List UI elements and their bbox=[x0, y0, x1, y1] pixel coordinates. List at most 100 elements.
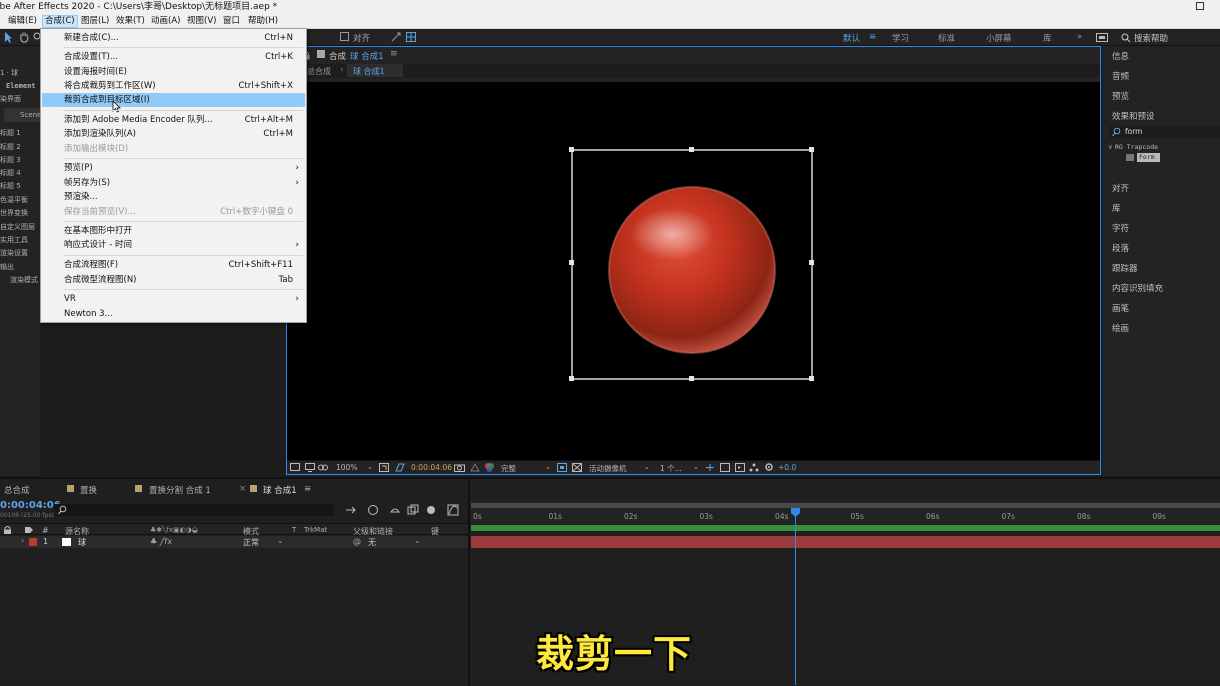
restore-icon[interactable] bbox=[1196, 2, 1204, 10]
more-workspaces-icon[interactable]: » bbox=[1077, 32, 1082, 42]
panel-info[interactable]: 信息 bbox=[1112, 50, 1129, 62]
menu-animation[interactable]: 动画(A) bbox=[149, 15, 182, 28]
timeline-tab[interactable]: 置换分割 合成 1 bbox=[149, 484, 211, 496]
active-camera[interactable]: 活动摄像机 bbox=[589, 463, 627, 474]
chevron-down-icon[interactable]: ⌄ bbox=[414, 536, 421, 545]
chevron-down-icon[interactable]: ∨ bbox=[1108, 143, 1113, 151]
panel-align[interactable]: 对齐 bbox=[1112, 182, 1129, 194]
timeline-tab-active[interactable]: 球 合成1 bbox=[263, 484, 297, 496]
chevron-down-icon[interactable]: ⌄ bbox=[693, 463, 699, 471]
exposure-value[interactable]: +0.0 bbox=[778, 463, 796, 472]
current-time[interactable]: 0:00:04:06 bbox=[411, 463, 452, 472]
panel-content-aware-fill[interactable]: 内容识别填充 bbox=[1112, 282, 1163, 294]
panel-audio[interactable]: 音频 bbox=[1112, 70, 1129, 82]
panel-paint[interactable]: 绘画 bbox=[1112, 322, 1129, 334]
work-area-bar[interactable] bbox=[471, 503, 1220, 508]
chevron-down-icon[interactable]: ⌄ bbox=[644, 463, 650, 471]
menu-item-crop-to-region[interactable]: 裁剪合成到目标区域(I) bbox=[42, 93, 305, 113]
menu-item-trim-to-work-area[interactable]: 将合成裁剪到工作区(W) Ctrl+Shift+X bbox=[42, 79, 305, 93]
panel-row[interactable]: 自定义图层 bbox=[0, 222, 35, 232]
color-channel-icon[interactable] bbox=[484, 462, 495, 473]
snap-option-icon[interactable] bbox=[390, 31, 402, 43]
breadcrumb-item[interactable]: 总合成 bbox=[307, 66, 331, 77]
menu-item-pre-render[interactable]: 预渲染... bbox=[42, 190, 305, 204]
menu-edit[interactable]: 编辑(E) bbox=[6, 15, 39, 28]
effect-item-form[interactable]: Form bbox=[1139, 153, 1155, 161]
settings-gear-icon[interactable] bbox=[764, 462, 774, 472]
motion-blur-icon[interactable] bbox=[425, 504, 437, 516]
zoom-level[interactable]: 100% bbox=[336, 463, 357, 472]
panel-effects-presets[interactable]: 效果和预设 bbox=[1112, 110, 1155, 122]
close-tab-icon[interactable]: × bbox=[239, 484, 246, 494]
timeline-timecode[interactable]: 0:00:04:06 bbox=[0, 500, 61, 511]
tab-menu-icon[interactable]: ≡ bbox=[304, 484, 311, 494]
toggle-view-icon[interactable] bbox=[705, 463, 715, 472]
panel-paragraph[interactable]: 段落 bbox=[1112, 242, 1129, 254]
menu-composition[interactable]: 合成(C) bbox=[42, 15, 78, 28]
chevron-down-icon[interactable]: ⌄ bbox=[367, 463, 373, 471]
fast-preview-icon[interactable] bbox=[735, 463, 745, 472]
pickwhip-icon[interactable]: @ bbox=[353, 537, 361, 546]
render-quality[interactable]: 完整 bbox=[501, 463, 516, 474]
panel-row[interactable]: 渲染模式 bbox=[10, 275, 38, 285]
panel-row[interactable]: 世界变换 bbox=[0, 208, 28, 218]
snap-checkbox[interactable] bbox=[340, 32, 349, 41]
flowchart-icon[interactable] bbox=[749, 463, 759, 472]
panel-row[interactable]: 标题 5 bbox=[0, 181, 21, 191]
panel-library[interactable]: 库 bbox=[1112, 202, 1121, 214]
workspace-menu-icon[interactable]: ≡ bbox=[869, 32, 876, 42]
comp-viewer[interactable] bbox=[287, 82, 1100, 460]
search-help[interactable]: 搜索帮助 bbox=[1114, 31, 1218, 44]
workspace-library[interactable]: 库 bbox=[1043, 32, 1052, 44]
expand-arrow-icon[interactable]: › bbox=[21, 536, 24, 545]
panel-row[interactable]: 渲染设置 bbox=[0, 248, 28, 258]
playhead-handle-icon[interactable] bbox=[791, 508, 800, 518]
chevron-down-icon[interactable]: ⌄ bbox=[545, 463, 551, 471]
panel-row[interactable]: 色温平衡 bbox=[0, 195, 28, 205]
menu-item-newton[interactable]: Newton 3... bbox=[42, 307, 305, 321]
chevron-down-icon[interactable]: ⌄ bbox=[277, 536, 284, 545]
panel-row[interactable]: 标题 1 bbox=[0, 128, 21, 138]
timeline-tab[interactable]: 置换 bbox=[80, 484, 97, 496]
layer-duration-bar[interactable] bbox=[471, 536, 1220, 548]
frame-blending-icon[interactable] bbox=[407, 504, 419, 516]
menu-item-preview[interactable]: 预览(P) › bbox=[42, 161, 305, 175]
resolution-icon[interactable] bbox=[379, 463, 389, 472]
menu-item-new-composition[interactable]: 新建合成(C)... Ctrl+N bbox=[42, 31, 305, 45]
menu-item-set-poster-time[interactable]: 设置海报时间(E) bbox=[42, 65, 305, 79]
monitor-icon[interactable] bbox=[305, 463, 315, 472]
effect-group-label[interactable]: RG Trapcode bbox=[1115, 143, 1158, 151]
preview-toggle-icon[interactable] bbox=[290, 463, 300, 472]
panel-row[interactable]: 标题 4 bbox=[0, 168, 21, 178]
menu-item-mini-flowchart[interactable]: 合成微型流程图(N) Tab bbox=[42, 273, 305, 287]
workspace-standard[interactable]: 标准 bbox=[938, 32, 955, 44]
workspace-learn[interactable]: 学习 bbox=[892, 32, 909, 44]
scene-button[interactable]: Scene bbox=[20, 111, 41, 119]
panel-row[interactable]: 标题 2 bbox=[0, 142, 21, 152]
comp-mini-flowchart-icon[interactable] bbox=[345, 505, 357, 515]
menu-item-responsive-design-time[interactable]: 响应式设计 - 时间 › bbox=[42, 238, 305, 252]
panel-brush[interactable]: 画笔 bbox=[1112, 302, 1129, 314]
menu-effect[interactable]: 效果(T) bbox=[114, 15, 147, 28]
panel-tracker[interactable]: 跟踪器 bbox=[1112, 262, 1138, 274]
tab-menu-icon[interactable]: ≡ bbox=[390, 49, 398, 59]
comp-tab-name[interactable]: 球 合成1 bbox=[350, 50, 384, 62]
menu-item-add-to-media-encoder[interactable]: 添加到 Adobe Media Encoder 队列... Ctrl+Alt+M bbox=[42, 113, 305, 127]
menu-item-vr[interactable]: VR › bbox=[42, 292, 305, 306]
graph-editor-icon[interactable] bbox=[447, 504, 459, 516]
panel-row[interactable]: 输出 bbox=[0, 262, 14, 272]
layer-color-label[interactable] bbox=[29, 538, 37, 546]
mask-icon[interactable] bbox=[318, 463, 328, 472]
layer-mode[interactable]: 正常 bbox=[243, 537, 259, 548]
menu-item-open-in-essential-graphics[interactable]: 在基本图形中打开 bbox=[42, 224, 305, 238]
grid-icon[interactable] bbox=[405, 31, 417, 43]
breadcrumb-item-active[interactable]: 球 合成1 bbox=[353, 66, 385, 77]
transparency-grid-icon[interactable] bbox=[557, 463, 567, 472]
panel-character[interactable]: 字符 bbox=[1112, 222, 1129, 234]
hand-tool-icon[interactable] bbox=[18, 31, 30, 43]
layer-switches[interactable]: ♣ ╱fx bbox=[150, 537, 172, 546]
menu-item-save-frame-as[interactable]: 帧另存为(S) › bbox=[42, 176, 305, 190]
camera-snapshot-icon[interactable] bbox=[454, 463, 465, 472]
mask-path-icon[interactable] bbox=[572, 463, 582, 472]
workspace-default[interactable]: 默认 bbox=[843, 32, 860, 44]
